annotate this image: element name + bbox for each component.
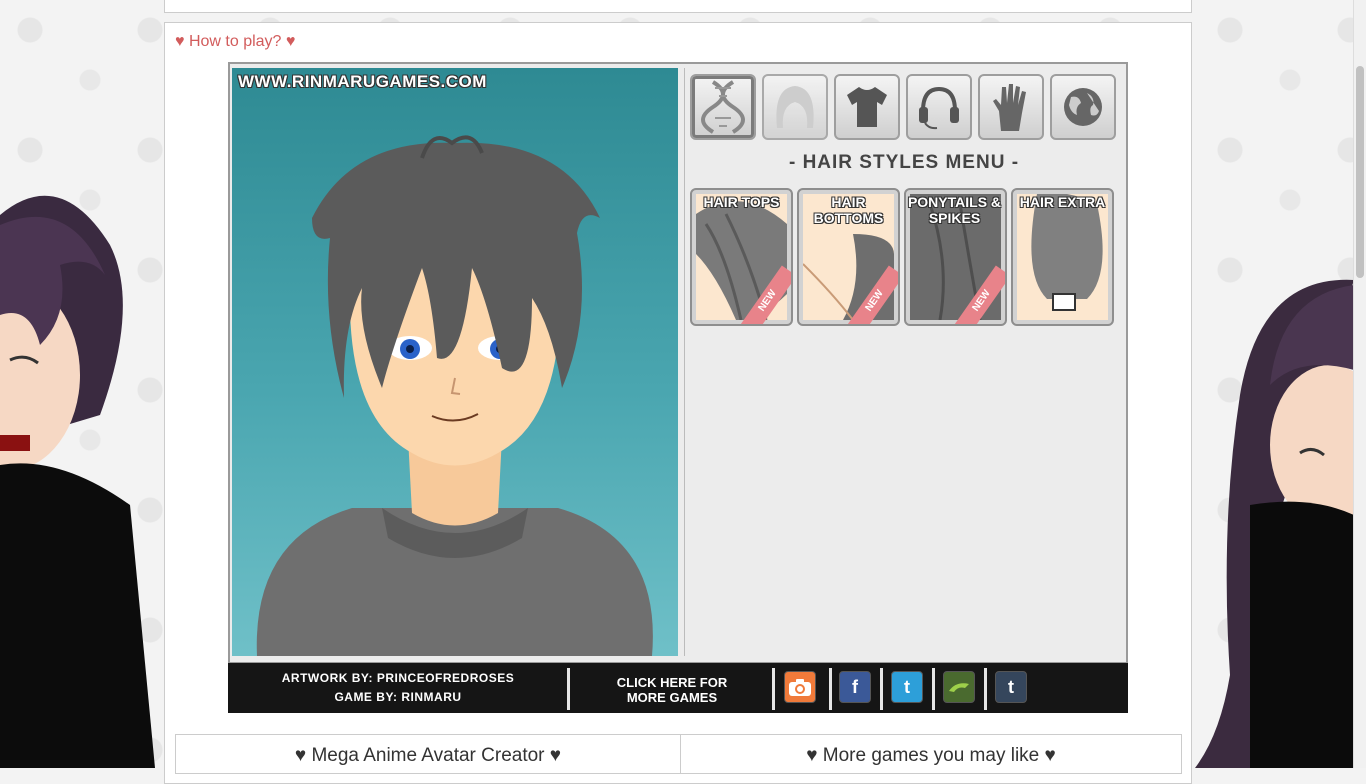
tumblr-button[interactable]: t [995, 671, 1027, 703]
hair-option-label: HAIR TOPS [703, 194, 780, 210]
scrollbar-thumb[interactable] [1356, 66, 1364, 278]
category-hands-button[interactable] [978, 74, 1044, 140]
tumblr-icon: t [1008, 676, 1014, 697]
hair-extra-thumbnail [1017, 194, 1108, 320]
footer-divider [880, 668, 883, 710]
globe-icon [1064, 88, 1102, 126]
facebook-icon: f [852, 676, 858, 697]
page-scrollbar[interactable] [1353, 0, 1366, 768]
more-games-link[interactable]: CLICK HERE FOR MORE GAMES [572, 675, 772, 705]
how-to-play-link[interactable]: ♥ How to play? ♥ [175, 33, 295, 51]
camera-button[interactable] [784, 671, 816, 703]
menu-title: - HAIR STYLES MENU - [788, 152, 1020, 173]
category-hair-button[interactable] [762, 74, 828, 140]
hair-extra-button[interactable]: HAIR EXTRA [1011, 188, 1114, 326]
category-background-button[interactable] [1050, 74, 1116, 140]
hair-option-label: HAIR BOTTOMS [813, 194, 884, 226]
deviantart-button[interactable] [943, 671, 975, 703]
dna-icon [701, 80, 745, 134]
ponytails-spikes-button[interactable]: PONYTAILS & SPIKES NEW [904, 188, 1007, 326]
hair-bottoms-button[interactable]: HAIR BOTTOMS NEW [797, 188, 900, 326]
avatar-stage: WWW.RINMARUGAMES.COM [232, 68, 678, 656]
more-games-line-1: CLICK HERE FOR [616, 675, 728, 690]
camera-icon [789, 679, 811, 696]
side-character-right-image [1190, 275, 1354, 768]
footer-divider [984, 668, 987, 710]
side-character-left-image [0, 185, 160, 768]
more-games-title: ♥ More games you may like ♥ [806, 745, 1056, 766]
twitter-icon: t [904, 676, 910, 697]
game-footer-bar: ARTWORK BY: PRINCEOFREDROSES GAME BY: RI… [228, 663, 1128, 713]
facebook-button[interactable]: f [839, 671, 871, 703]
artwork-credit: ARTWORK BY: PRINCEOFREDROSES [281, 671, 515, 685]
footer-divider [932, 668, 935, 710]
hair-icon [776, 86, 814, 128]
category-accessories-button[interactable] [906, 74, 972, 140]
category-clothes-button[interactable] [834, 74, 900, 140]
hair-option-label: HAIR EXTRA [1019, 194, 1106, 210]
footer-divider [829, 668, 832, 710]
hair-option-label: PONYTAILS & SPIKES [907, 194, 1002, 226]
more-games-section: ♥ More games you may like ♥ [680, 734, 1182, 774]
twitter-button[interactable]: t [891, 671, 923, 703]
more-games-line-2: MORE GAMES [626, 690, 718, 705]
avatar-image [256, 135, 653, 656]
shirt-icon [847, 87, 887, 127]
customization-panel: - HAIR STYLES MENU - HAIR TOPS NEW HAIR … [684, 68, 1123, 656]
footer-divider [772, 668, 775, 710]
hair-tops-button[interactable]: HAIR TOPS NEW [690, 188, 793, 326]
hand-icon [993, 84, 1026, 131]
deviantart-icon [949, 683, 969, 692]
game-credit: GAME BY: RINMARU [334, 690, 462, 704]
avatar-creator-section: ♥ Mega Anime Avatar Creator ♥ [175, 734, 681, 774]
top-panel [164, 0, 1192, 13]
category-genes-button[interactable] [690, 74, 756, 140]
headphones-icon [919, 86, 959, 130]
footer-divider [567, 668, 570, 710]
avatar-creator-title: ♥ Mega Anime Avatar Creator ♥ [294, 745, 562, 766]
